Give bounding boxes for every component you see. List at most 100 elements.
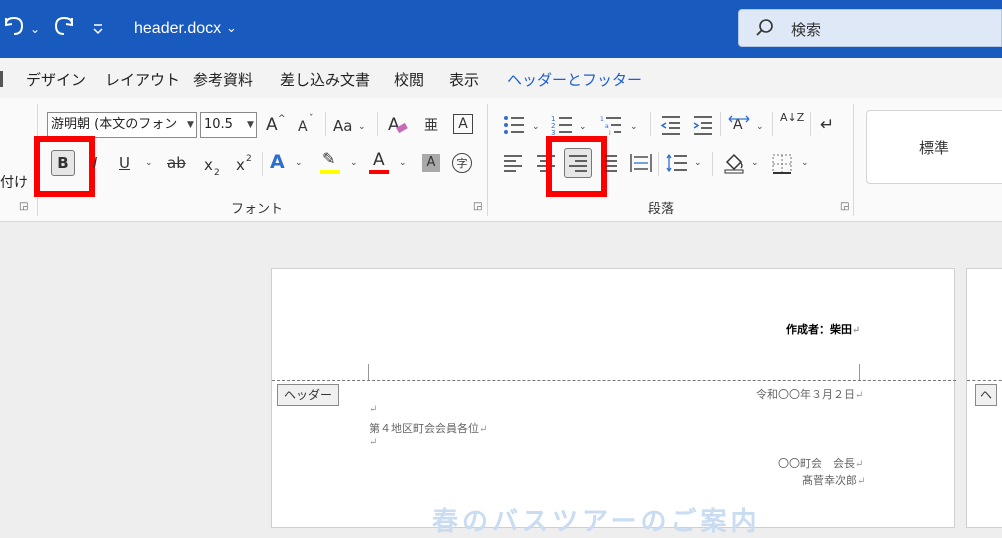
subscript-mark: 2 [214, 168, 220, 178]
sort-icon[interactable]: A↓Z [780, 112, 804, 124]
tab-mailings[interactable]: 差し込み文書 [280, 69, 370, 90]
empty-paragraph[interactable]: ↵ [369, 437, 377, 448]
tab-review[interactable]: 校閲 [394, 69, 424, 90]
phonetic-guide-icon[interactable]: 亜 [424, 115, 438, 137]
separator [325, 112, 326, 136]
empty-paragraph[interactable]: ↵ [369, 404, 377, 415]
highlight-icon[interactable]: ✎ [322, 148, 335, 170]
tab-header-footer[interactable]: ヘッダーとフッター [507, 69, 642, 90]
paragraph-mark: ↵ [857, 476, 866, 487]
justify-icon[interactable] [604, 154, 618, 176]
character-shading-icon[interactable]: A [422, 154, 440, 172]
document-page[interactable]: 作成者：柴田↵ ヘッダー 令和〇〇年３月２日↵ ↵ 第４地区町会会員各位↵ ↵ … [271, 268, 956, 537]
bold-callout-box [34, 136, 95, 197]
shrink-font-icon[interactable]: A [298, 116, 308, 138]
font-size-caret[interactable]: ▼ [247, 120, 254, 130]
font-size-value: 10.5 [204, 117, 233, 132]
bullets-caret[interactable]: ⌄ [532, 122, 540, 132]
subscript-button[interactable]: x [204, 154, 213, 176]
recipient-line[interactable]: 第４地区町会会員各位↵ [369, 420, 487, 436]
margin-guide [368, 364, 369, 380]
decrease-indent-icon[interactable] [660, 114, 682, 140]
tab-cutoff-edge [0, 71, 3, 87]
sender-org-line[interactable]: 〇〇町会 会長↵ [778, 455, 863, 471]
separator [810, 112, 811, 136]
style-normal[interactable]: 標準 [919, 137, 949, 158]
line-spacing-icon[interactable] [666, 153, 688, 177]
header-separator-line [967, 380, 1002, 381]
numbering-caret[interactable]: ⌄ [579, 122, 587, 132]
shrink-font-arrow: ˇ [309, 114, 314, 124]
underline-caret[interactable]: ⌄ [145, 158, 153, 168]
separator [720, 112, 721, 136]
enclose-characters-icon[interactable]: 字 [452, 153, 472, 173]
distributed-icon[interactable] [630, 153, 652, 177]
shading-caret[interactable]: ⌄ [751, 158, 759, 168]
shading-icon[interactable] [723, 152, 745, 178]
clear-formatting-icon[interactable]: A [388, 114, 400, 136]
borders-caret[interactable]: ⌄ [801, 158, 809, 168]
borders-icon[interactable] [772, 154, 792, 178]
ribbon-tab-bar: デザイン レイアウト 参考資料 差し込み文書 校閲 表示 ヘッダーとフッター [0, 58, 1002, 98]
next-page[interactable]: ヘ [966, 268, 1002, 528]
title-watermark-text[interactable]: 春のバスツアーのご案内 [432, 501, 760, 538]
character-border-icon[interactable]: A [453, 114, 473, 134]
change-case-icon[interactable]: Aa [333, 115, 352, 137]
increase-indent-icon[interactable] [692, 114, 714, 140]
font-dialog-launcher-icon[interactable]: ◲ [473, 201, 482, 212]
tab-design[interactable]: デザイン [26, 69, 86, 90]
header-separator-line [272, 380, 956, 381]
search-box[interactable]: 検索 [738, 9, 1002, 47]
strikethrough-button[interactable]: ab [167, 152, 186, 174]
change-case-caret[interactable]: ⌄ [358, 122, 366, 132]
sender-org-text: 〇〇町会 会長 [778, 457, 855, 470]
font-name-caret[interactable]: ▼ [187, 120, 194, 130]
paragraph-mark: ↵ [479, 424, 488, 435]
bullets-icon[interactable] [503, 114, 525, 140]
recipient-text: 第４地区町会会員各位 [369, 422, 479, 435]
grow-font-arrow: ^ [278, 114, 286, 124]
title-dropdown-caret[interactable]: ⌄ [226, 0, 237, 58]
underline-button[interactable]: U [119, 152, 130, 174]
sender-name-line[interactable]: 髙菅幸次郎↵ [802, 472, 865, 488]
author-line[interactable]: 作成者：柴田↵ [786, 321, 860, 337]
ribbon: 付け 游明朝 (本文のフォン ▼ 10.5 ▼ A ^ A ˇ Aa ⌄ A 亜… [0, 98, 1002, 222]
separator [377, 112, 378, 136]
paragraph-dialog-launcher-icon[interactable]: ◲ [840, 201, 849, 212]
highlight-caret[interactable]: ⌄ [350, 158, 358, 168]
search-icon [755, 18, 775, 42]
character-spacing-caret[interactable]: ⌄ [756, 122, 764, 132]
line-spacing-caret[interactable]: ⌄ [694, 158, 702, 168]
italic-button[interactable]: I [93, 152, 97, 174]
style-gallery[interactable]: 標準 [866, 110, 1002, 184]
separator [262, 152, 263, 176]
margin-guide [859, 364, 860, 380]
show-paragraph-marks-icon[interactable]: ↵ [820, 114, 834, 136]
date-line[interactable]: 令和〇〇年３月２日↵ [756, 386, 863, 402]
align-left-icon[interactable] [503, 154, 523, 176]
character-spacing-icon[interactable]: A [728, 114, 750, 140]
date-text: 令和〇〇年３月２日 [756, 388, 855, 401]
tab-layout[interactable]: レイアウト [105, 69, 180, 90]
document-title[interactable]: header.docx [134, 0, 221, 58]
paragraph-group-label: 段落 [648, 202, 675, 217]
font-color-icon[interactable]: A [373, 149, 385, 171]
separator [658, 152, 659, 176]
grow-font-icon[interactable]: A [266, 114, 278, 136]
svg-text:a: a [605, 123, 609, 130]
superscript-mark: 2 [246, 154, 252, 164]
undo-dropdown-caret[interactable]: ⌄ [30, 0, 40, 58]
text-effects-icon[interactable]: A [270, 151, 285, 173]
multilevel-caret[interactable]: ⌄ [630, 122, 638, 132]
superscript-button[interactable]: x [236, 154, 245, 176]
author-text: 作成者：柴田 [786, 323, 852, 336]
font-color-caret[interactable]: ⌄ [399, 158, 407, 168]
svg-text:i: i [609, 130, 611, 136]
font-name-select[interactable]: 游明朝 (本文のフォン [47, 112, 197, 138]
dialog-launcher-icon[interactable]: ◲ [19, 201, 28, 212]
tab-references[interactable]: 参考資料 [193, 69, 253, 90]
sender-name-text: 髙菅幸次郎 [802, 474, 857, 487]
group-separator [487, 104, 488, 216]
tab-view[interactable]: 表示 [449, 69, 479, 90]
text-effects-caret[interactable]: ⌄ [295, 158, 303, 168]
